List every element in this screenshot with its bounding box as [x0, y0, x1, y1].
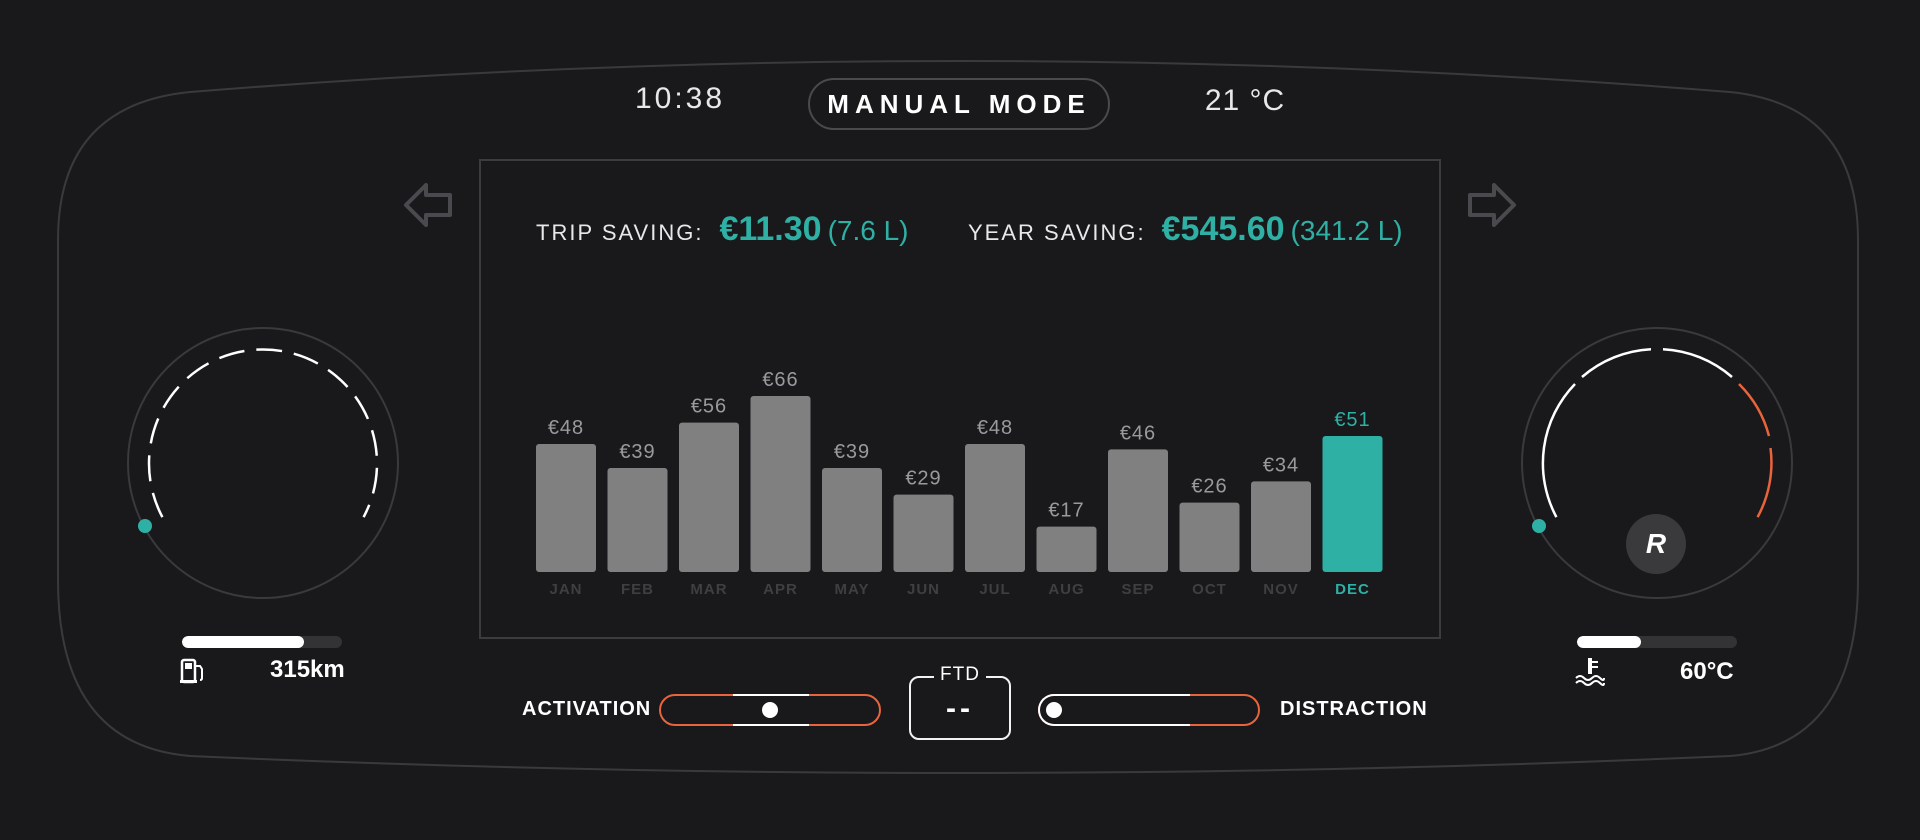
- year-saving-volume: (341.2 L): [1290, 215, 1403, 246]
- gear-indicator: R: [1626, 514, 1686, 574]
- bar-sep: [1108, 449, 1168, 572]
- month-label: FEB: [621, 581, 654, 598]
- trip-saving-volume: (7.6 L): [827, 215, 909, 246]
- month-label: SEP: [1121, 581, 1154, 598]
- distraction-label: DISTRACTION: [1280, 698, 1428, 720]
- bar-oct: [1179, 502, 1240, 572]
- drive-mode-button[interactable]: MANUAL MODE: [808, 78, 1110, 130]
- month-label: AUG: [1048, 581, 1084, 598]
- bar-value-label: €48: [548, 417, 584, 439]
- year-saving-amount: €545.60: [1161, 210, 1285, 248]
- activation-slider[interactable]: [659, 694, 881, 726]
- trip-saving-amount: €11.30: [719, 210, 822, 248]
- bar-value-label: €29: [905, 468, 941, 490]
- left-gauge-indicator-dot: [138, 519, 152, 533]
- right-arrow-icon[interactable]: [1466, 180, 1518, 230]
- month-label: JUN: [907, 581, 940, 598]
- activation-slider-knob[interactable]: [762, 702, 778, 718]
- bar-jan: [536, 444, 596, 572]
- coolant-temp-value: 60°C: [1680, 658, 1734, 685]
- bar-value-label: €66: [762, 369, 798, 391]
- fuel-range-fill: [182, 636, 304, 648]
- ftd-value: --: [946, 692, 974, 725]
- trip-saving-label: TRIP SAVING:: [536, 220, 704, 245]
- month-label: MAR: [690, 581, 727, 598]
- bar-value-label: €56: [691, 396, 727, 418]
- bar-value-label: €17: [1048, 500, 1084, 522]
- outside-temperature: 21 °C: [1204, 84, 1286, 117]
- bar-value-label: €51: [1334, 409, 1370, 431]
- bar-nov: [1251, 481, 1311, 572]
- bar-apr: [750, 396, 811, 572]
- left-gauge: [127, 327, 399, 599]
- bar-value-label: €34: [1263, 454, 1299, 476]
- month-label: NOV: [1263, 581, 1299, 598]
- ftd-label: FTD: [934, 664, 986, 686]
- bar-value-label: €26: [1191, 476, 1227, 498]
- distraction-slider[interactable]: [1038, 694, 1260, 726]
- fuel-range-value: 315km: [270, 656, 345, 683]
- monthly-savings-chart: €48 JAN €39 FEB €56 MAR €66 APR €39 MAY €29 JUN €48 J…: [536, 369, 1383, 598]
- year-saving-label: YEAR SAVING:: [968, 220, 1146, 245]
- activation-label: ACTIVATION: [522, 698, 652, 720]
- bar-jun: [893, 494, 954, 572]
- month-label: APR: [763, 581, 798, 598]
- fuel-range-bar: [182, 636, 342, 648]
- bar-aug: [1036, 526, 1097, 572]
- coolant-temperature-icon: [1575, 658, 1605, 686]
- distraction-slider-knob[interactable]: [1046, 702, 1062, 718]
- bar-may: [822, 468, 882, 572]
- bar-value-label: €46: [1120, 422, 1156, 444]
- clock: 10:38: [634, 82, 726, 115]
- month-label: JUL: [979, 581, 1010, 598]
- trip-saving: TRIP SAVING: €11.30 (7.6 L): [536, 210, 909, 249]
- bar-jul: [965, 444, 1025, 572]
- bar-value-label: €39: [834, 441, 870, 463]
- coolant-temp-fill: [1577, 636, 1641, 648]
- bar-dec: [1322, 436, 1383, 572]
- bar-mar: [679, 422, 739, 572]
- month-label: DEC: [1335, 581, 1370, 598]
- coolant-temp-bar: [1577, 636, 1737, 648]
- left-arrow-icon[interactable]: [402, 180, 454, 230]
- right-gauge-indicator-dot: [1532, 519, 1546, 533]
- fuel-pump-icon: [180, 658, 203, 684]
- bar-value-label: €39: [619, 441, 655, 463]
- month-label: MAY: [835, 581, 870, 598]
- month-label: JAN: [549, 581, 582, 598]
- bar-value-label: €48: [977, 417, 1013, 439]
- month-label: OCT: [1192, 581, 1227, 598]
- bar-feb: [607, 468, 668, 572]
- year-saving: YEAR SAVING: €545.60 (341.2 L): [968, 210, 1403, 249]
